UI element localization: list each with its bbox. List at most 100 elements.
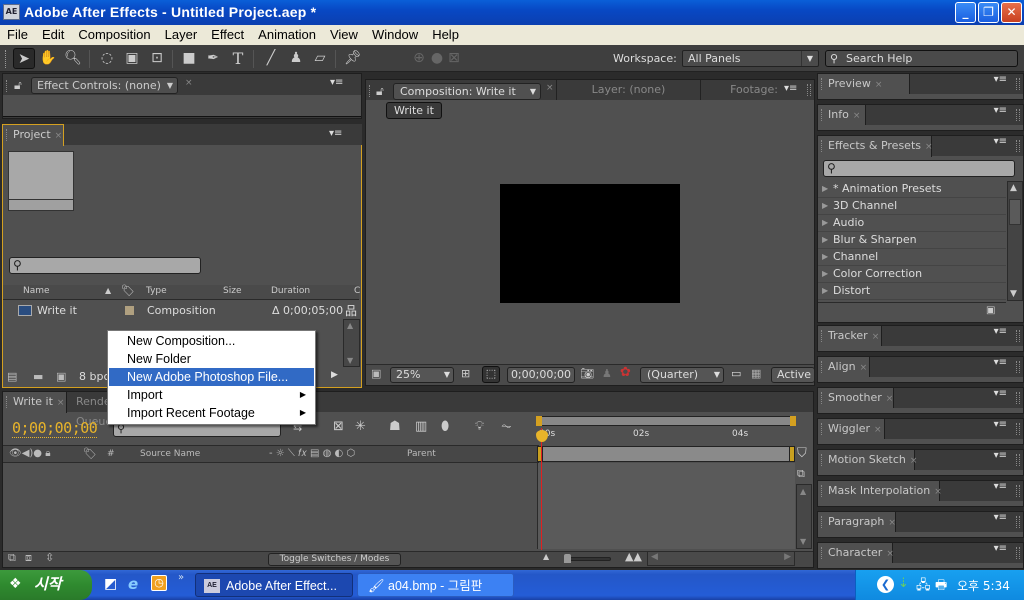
panel-menu-icon[interactable]: ▾≡ [994,326,1007,337]
panel-menu-icon[interactable]: ▾≡ [994,419,1007,430]
menu-file[interactable]: File [0,25,35,42]
close-tab-icon[interactable]: × [888,518,896,528]
lock-icon[interactable]: 🔓︎ [14,78,22,93]
menu-effect[interactable]: Effect [204,25,251,42]
clone-stamp-tool-icon[interactable]: ♟ [285,48,307,69]
close-tab-icon[interactable]: × [874,425,882,435]
hand-tool-icon[interactable]: ✋ [37,48,59,69]
scroll-right-icon[interactable]: ▶ [784,552,791,562]
close-tab-icon[interactable]: × [886,549,894,559]
zoom-out-icon[interactable]: ▲ [543,552,549,561]
column-source-name[interactable]: Source Name [140,449,200,459]
rotation-tool-icon[interactable]: ◌ [96,48,118,69]
resolution-select[interactable]: (Quarter) ▼ [640,367,724,383]
effects-category[interactable]: ▶ Distort [818,283,1006,300]
close-tab-icon[interactable]: × [55,131,63,141]
navigator-start-handle[interactable] [536,416,542,426]
panel-menu-icon[interactable]: ▾≡ [994,105,1007,116]
toggle-switches-modes-button[interactable]: Toggle Switches / Modes [268,553,401,566]
current-time-display[interactable]: 0;00;00;00 [12,419,98,438]
project-bpc[interactable]: 8 bpc [79,370,110,383]
frame-blending-icon[interactable]: ▥ [415,419,427,434]
tab-preview[interactable]: Preview × [818,74,910,95]
label-tag-icon[interactable]: 🏷︎ [83,447,97,460]
av-switches-icons[interactable]: 👁︎◀)● 🔒︎ [9,448,51,459]
effects-category[interactable]: ▶ Blur & Sharpen [818,232,1006,249]
tab-mask-interpolation[interactable]: Mask Interpolation × [818,481,942,502]
close-button[interactable]: ✕ [1001,2,1022,23]
tray-expand-icon[interactable]: ❮ [877,576,894,593]
project-scrollbar[interactable]: ▲ ▼ [343,319,360,367]
draft-3d-icon[interactable]: ✳ [355,419,366,434]
menu-item-import[interactable]: Import ▶ [109,386,314,404]
column-comment[interactable]: C [354,286,360,296]
panel-menu-icon[interactable]: ▾≡ [994,543,1007,554]
panel-menu-icon[interactable]: ▾≡ [994,357,1007,368]
interpret-footage-icon[interactable]: ▤ [7,370,17,383]
minimize-button[interactable]: _ [955,2,976,23]
label-color-swatch[interactable] [125,306,134,315]
live-update-icon[interactable]: ⊠ [333,419,344,434]
composition-canvas[interactable] [500,184,680,303]
expand-arrow-icon[interactable]: ▶ [822,249,828,265]
safe-margins-icon[interactable]: ⊞ [461,367,470,380]
selection-tool-icon[interactable]: ➤ [13,48,35,69]
tab-align[interactable]: Align × [818,357,870,378]
sort-ascending-icon[interactable]: ▲ [105,286,111,295]
show-snapshot-icon[interactable]: ♟ [602,367,612,380]
pen-tool-icon[interactable]: ✒ [202,48,224,69]
menu-layer[interactable]: Layer [158,25,205,42]
expand-arrow-icon[interactable]: ▶ [822,266,828,282]
close-tab-icon[interactable]: × [910,456,918,466]
close-tab-icon[interactable]: × [860,363,868,373]
project-item-row[interactable]: Write it Composition Δ 0;00;05;00 [3,302,345,320]
menu-item-new-photoshop-file[interactable]: New Adobe Photoshop File... [109,368,314,386]
expand-in-out-icon[interactable]: ⇳ [45,551,54,564]
tab-smoother[interactable]: Smoother × [818,388,894,409]
scroll-down-icon[interactable]: ▼ [347,356,353,365]
rectangle-tool-icon[interactable]: ■ [178,48,200,69]
brainstorm-icon[interactable]: 💡︎ [475,419,484,434]
safely-remove-hardware-icon[interactable]: ⇣ [898,576,909,591]
layer-track-area[interactable] [537,463,795,549]
taskbar-item-paint[interactable]: 🖌︎ a04.bmp - 그림판 [357,573,514,597]
toolbar-grip[interactable] [5,50,8,68]
panel-menu-icon[interactable]: ▾≡ [330,77,343,88]
show-desktop-icon[interactable]: ◩ [104,576,117,592]
scroll-up-icon[interactable]: ▲ [800,487,806,496]
expand-arrow-icon[interactable]: ▶ [822,283,828,299]
effects-category[interactable]: ▶ * Animation Presets [818,181,1006,198]
menu-help[interactable]: Help [425,25,466,42]
expand-modes-icon[interactable]: ⧈ [25,551,32,565]
region-of-interest-icon[interactable]: ▭ [731,367,741,380]
current-time-display[interactable]: 0;00;00;00 [507,367,575,383]
effects-category[interactable]: ▶ 3D Channel [818,198,1006,215]
expand-arrow-icon[interactable]: ▶ [822,181,828,197]
menu-window[interactable]: Window [365,25,425,42]
motion-blur-icon[interactable]: ⬮ [441,419,449,434]
effects-category[interactable]: ▶ Audio [818,215,1006,232]
time-zoom-thumb[interactable] [564,554,571,563]
snapshot-icon[interactable]: 📷︎ [580,367,594,380]
composition-breadcrumb[interactable]: Write it [386,102,442,119]
printer-icon[interactable]: 🖶︎ [935,576,947,598]
tab-motion-sketch[interactable]: Motion Sketch × [818,450,918,471]
expand-arrow-icon[interactable]: ▶ [822,215,828,231]
panel-menu-icon[interactable]: ▾≡ [994,388,1007,399]
tab-effects-presets[interactable]: Effects & Presets × [818,136,933,157]
transparency-grid-icon[interactable]: ▦ [751,367,761,380]
scroll-up-icon[interactable]: ▲ [1010,183,1017,193]
close-tab-icon[interactable]: × [57,398,65,408]
work-area-start-handle[interactable] [537,446,543,462]
pan-behind-tool-icon[interactable]: ⊡ [146,48,168,69]
scroll-left-icon[interactable]: ◀ [651,552,658,562]
layer-switches-icons[interactable]: ‑ ☼ ⟍ 𝑓𝑥 ▤ ◍ ◐ ⬡ [269,448,355,459]
panel-menu-icon[interactable]: ▾≡ [994,74,1007,85]
time-zoom-slider[interactable] [564,554,611,563]
new-folder-icon[interactable]: ▬ [33,370,43,383]
panel-menu-icon[interactable]: ▾≡ [994,450,1007,461]
zoom-tool-icon[interactable]: 🔍︎ [62,48,84,69]
label-tag-icon[interactable]: 🏷︎ [121,284,135,297]
restore-button[interactable]: ❐ [978,2,999,23]
close-tab-icon[interactable]: × [875,80,883,90]
